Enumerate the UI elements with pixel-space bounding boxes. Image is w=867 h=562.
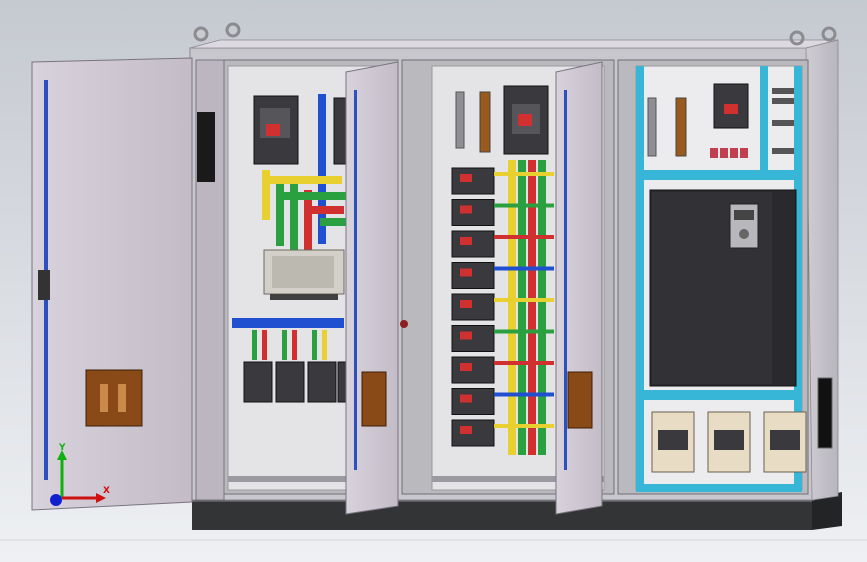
triad-y-label: Y: [59, 443, 66, 453]
contactors-section-3: [651, 411, 807, 473]
contactor: [763, 411, 807, 473]
distribution-bar-blue: [232, 318, 344, 328]
door-middle-left-handle: [361, 371, 387, 427]
main-breaker-1: [253, 95, 299, 165]
door-middle-left-rod: [354, 90, 357, 470]
variable-frequency-drive: [649, 189, 797, 387]
coordinate-triad: X Y: [40, 440, 120, 510]
door-left-vent: [197, 112, 215, 182]
terminal-strip-left: [455, 91, 465, 149]
transfer-switch: [263, 249, 345, 300]
terminal-strip-brown: [479, 91, 491, 153]
contactor: [707, 411, 751, 473]
door-middle-right: [555, 61, 603, 515]
door-middle-right-rod: [564, 90, 567, 470]
door-middle-right-handle: [567, 371, 593, 429]
cad-viewport[interactable]: X Y: [0, 0, 867, 562]
terminal-strip-right-1: [647, 97, 657, 157]
contactor: [651, 411, 695, 473]
door-left-latch: [38, 270, 50, 300]
main-breaker-3: [503, 85, 549, 155]
main-breaker-4: [713, 83, 749, 129]
branch-breakers-section-1: [243, 361, 349, 403]
terminal-strip-right-2: [675, 97, 687, 157]
door-middle-left-knob: [400, 320, 408, 328]
triad-x-label: X: [103, 486, 110, 496]
triad-axes-icon: [50, 450, 106, 506]
door-left-document-holder: [85, 369, 143, 427]
electrical-cabinet-model[interactable]: [0, 0, 867, 562]
side-vent: [817, 377, 833, 449]
